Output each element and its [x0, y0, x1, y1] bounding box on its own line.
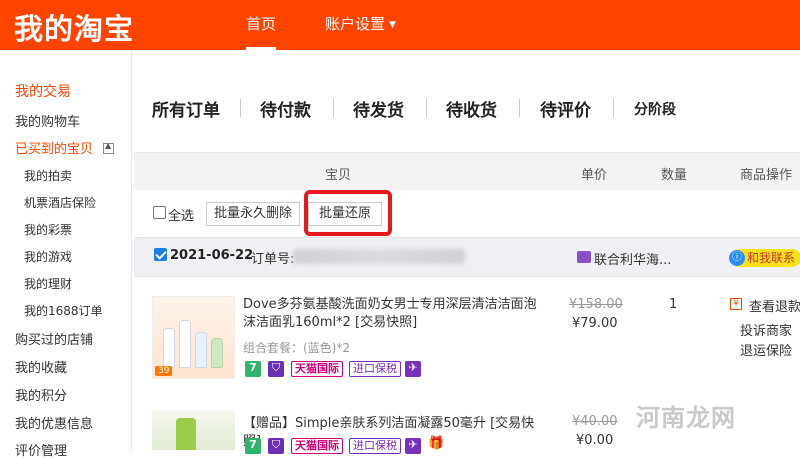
collapse-toggle-icon[interactable]: ▲ — [103, 141, 115, 154]
seven-day-return-icon: 7 — [245, 438, 261, 454]
product-image-bottle — [195, 332, 207, 368]
sidebar-item-my-trades[interactable]: 我的交易 — [15, 81, 71, 101]
sidebar-item-coupons[interactable]: 我的优惠信息 — [15, 413, 93, 432]
order-tabs: 所有订单 待付款 待发货 待收货 待评价 分阶段 — [150, 96, 800, 122]
select-all-checkbox[interactable] — [153, 206, 166, 219]
tab-divider — [613, 99, 614, 117]
product-image-tube — [176, 418, 196, 450]
sidebar-item-travel[interactable]: 机票酒店保险 — [24, 194, 96, 211]
highlight-annotation-box — [304, 190, 392, 236]
nav-account-settings[interactable]: 账户设置 ▼ — [325, 13, 396, 34]
thumbnail-price-badge: 39 — [155, 366, 173, 376]
contact-seller-button[interactable]: ⓘ 和我联系 — [729, 249, 800, 267]
sidebar-item-auction[interactable]: 我的拍卖 — [24, 167, 72, 184]
tab-pending-receipt[interactable]: 待收货 — [446, 96, 497, 121]
tab-divider — [240, 99, 241, 117]
column-header-qty: 数量 — [661, 168, 688, 183]
view-refund-link[interactable]: 查看退款 — [749, 296, 800, 315]
tab-all-orders[interactable]: 所有订单 — [152, 96, 220, 121]
tab-pending-shipment[interactable]: 待发货 — [353, 96, 404, 121]
order-number-redacted — [293, 249, 465, 264]
sidebar-item-bought[interactable]: 已买到的宝贝 ▲ — [15, 138, 115, 157]
sidebar-item-favorites[interactable]: 我的收藏 — [15, 357, 67, 376]
chevron-down-icon: ▼ — [389, 20, 396, 30]
site-watermark: 河南龙网 — [636, 404, 736, 432]
plane-icon: ✈ — [405, 438, 421, 454]
batch-delete-button[interactable]: 批量永久删除 — [206, 202, 300, 226]
tmall-global-badge: 天猫国际 — [291, 361, 343, 377]
product-thumbnail[interactable] — [152, 410, 235, 450]
select-all-label[interactable]: 全选 — [168, 205, 194, 224]
taobao-logo[interactable]: 我的淘宝 — [14, 6, 134, 48]
product-combo: 组合套餐：(蓝色)*2 — [243, 341, 350, 355]
order-number-label: 订单号: — [251, 252, 295, 267]
order-date: 2021-06-22 — [170, 248, 254, 263]
shield-icon: ⛉ — [268, 438, 284, 454]
contact-seller-label: 和我联系 — [747, 251, 796, 265]
nav-account-label: 账户设置 — [325, 15, 386, 33]
tmall-global-badge: 天猫国际 — [291, 438, 343, 454]
top-nav-bar: 我的淘宝 首页 账户设置 ▼ — [0, 0, 800, 50]
seven-day-return-icon: 7 — [245, 361, 261, 377]
return-insurance-link[interactable]: 退运保险 — [740, 340, 792, 359]
plane-icon: ✈ — [405, 361, 421, 377]
tab-divider — [519, 99, 520, 117]
sidebar-item-1688[interactable]: 我的1688订单 — [24, 302, 103, 319]
bonded-import-badge: 进口保税 — [349, 438, 401, 454]
quantity: 1 — [669, 297, 678, 312]
product-title-link[interactable]: Dove多芬氨基酸洗面奶女男士专用深层清洁洁面泡沫洁面乳160ml*2 [交易快… — [243, 296, 543, 332]
product-thumbnail[interactable]: 39 — [152, 296, 235, 379]
complain-seller-link[interactable]: 投诉商家 — [740, 320, 792, 339]
shield-icon: ⛉ — [268, 361, 284, 377]
sidebar-item-label: 已买到的宝贝 — [15, 142, 94, 157]
column-header-ops: 商品操作 — [740, 168, 793, 183]
gift-icon: 🎁 — [428, 436, 445, 451]
sidebar-item-cart[interactable]: 我的购物车 — [15, 111, 80, 130]
tab-divider — [426, 99, 427, 117]
tab-pending-payment[interactable]: 待付款 — [260, 96, 311, 121]
bonded-import-badge: 进口保税 — [349, 361, 401, 377]
sidebar-item-games[interactable]: 我的游戏 — [24, 248, 72, 265]
tab-installment[interactable]: 分阶段 — [634, 99, 676, 119]
refund-icon: ¥ — [730, 298, 742, 310]
shop-icon — [577, 251, 591, 263]
nav-active-indicator — [246, 47, 276, 50]
original-price: ¥158.00 — [569, 297, 623, 312]
chat-icon: ⓘ — [729, 250, 745, 266]
tab-divider — [333, 99, 334, 117]
tab-pending-review[interactable]: 待评价 — [540, 96, 591, 121]
paid-price: ¥79.00 — [572, 316, 618, 331]
shop-name-link[interactable]: 联合利华海... — [594, 249, 671, 268]
sidebar-item-finance[interactable]: 我的理财 — [24, 275, 72, 292]
sidebar-item-lottery[interactable]: 我的彩票 — [24, 221, 72, 238]
table-header: 宝贝 单价 数量 商品操作 — [134, 152, 800, 190]
original-price: ¥40.00 — [572, 414, 618, 429]
column-header-price: 单价 — [581, 168, 608, 183]
sidebar: 我的交易 我的购物车 已买到的宝贝 ▲ 我的拍卖 机票酒店保险 我的彩票 我的游戏… — [0, 50, 132, 459]
nav-home-link[interactable]: 首页 — [246, 13, 276, 34]
paid-price: ¥0.00 — [576, 433, 614, 448]
column-header-item: 宝贝 — [325, 168, 352, 183]
product-image-bottle — [163, 328, 175, 368]
product-image-bottle — [179, 320, 191, 368]
sidebar-item-points[interactable]: 我的积分 — [15, 385, 67, 404]
product-image-bottle — [211, 338, 223, 368]
sidebar-item-shops[interactable]: 购买过的店铺 — [15, 329, 93, 348]
order-checkbox[interactable] — [154, 248, 167, 261]
